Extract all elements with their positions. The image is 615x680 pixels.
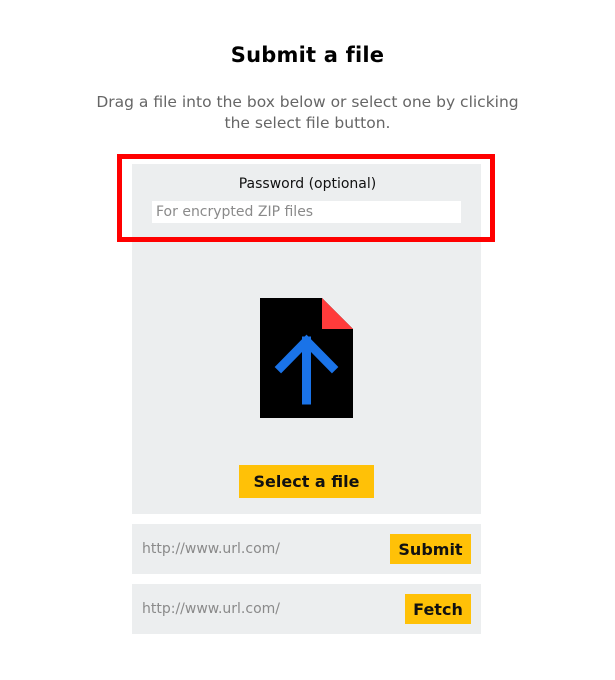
url-submit-row: Submit: [132, 524, 481, 574]
url-fetch-input[interactable]: [138, 596, 386, 622]
password-highlight-box: [117, 154, 495, 242]
url-submit-input[interactable]: [138, 536, 386, 562]
password-input[interactable]: [152, 201, 461, 223]
url-fetch-row: Fetch: [132, 584, 481, 634]
submit-file-page: Submit a file Drag a file into the box b…: [0, 0, 615, 680]
fetch-url-button[interactable]: Fetch: [405, 594, 471, 624]
page-subtitle: Drag a file into the box below or select…: [96, 93, 519, 132]
page-title: Submit a file: [230, 43, 385, 67]
file-upload-icon: [260, 298, 353, 418]
file-corner-fold: [322, 298, 353, 329]
select-file-button[interactable]: Select a file: [239, 465, 374, 498]
password-label: Password (optional): [238, 176, 377, 192]
submit-url-button[interactable]: Submit: [390, 534, 471, 564]
